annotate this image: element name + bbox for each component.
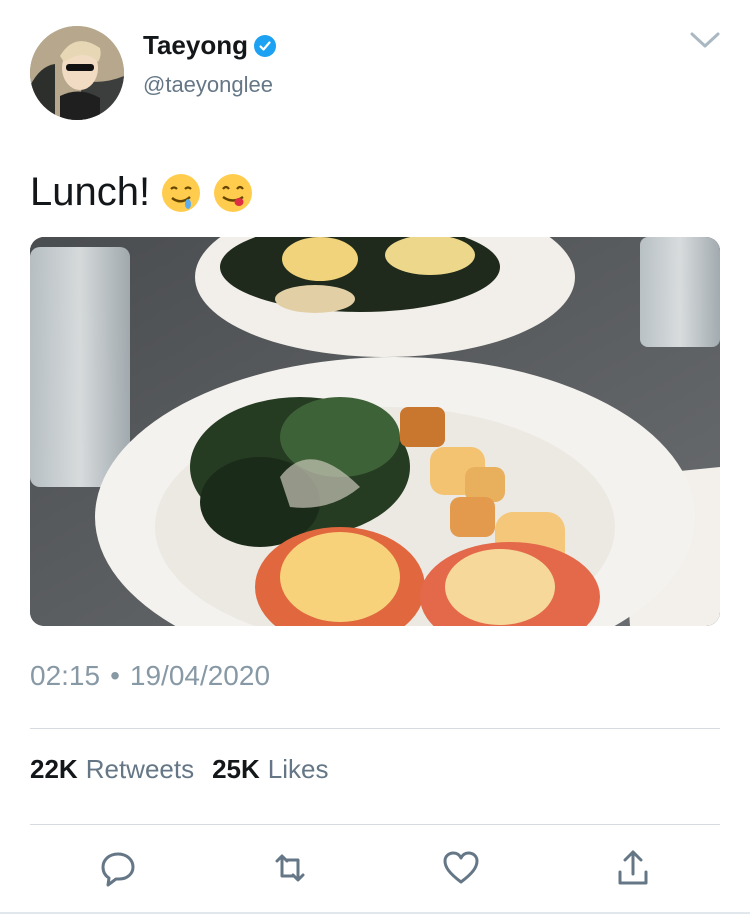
likes-count[interactable]: 25K [212,754,260,785]
timestamp-time: 02:15 [30,660,101,691]
drooling-face-icon [160,172,202,214]
divider [30,824,720,825]
bottom-border [0,912,750,914]
timestamp-date: 19/04/2020 [129,660,271,691]
retweets-count[interactable]: 22K [30,754,78,785]
reply-icon[interactable] [98,848,138,888]
engagement-stats: 22K Retweets 25K Likes [30,754,339,785]
action-bar [0,844,750,894]
divider [30,728,720,729]
timestamp-separator: • [110,660,120,691]
timestamp: 02:15 • 19/04/2020 [30,660,270,692]
tweet-text-row: Lunch! [30,170,254,215]
avatar[interactable] [30,26,124,120]
verified-badge-icon [253,34,276,57]
likes-label[interactable]: Likes [268,754,329,785]
retweets-label[interactable]: Retweets [86,754,194,785]
share-icon[interactable] [613,848,653,888]
tweet-photo[interactable] [30,237,720,626]
heart-icon[interactable] [441,848,481,888]
user-handle[interactable]: @taeyonglee [143,72,273,98]
retweet-icon[interactable] [270,848,310,888]
tweet-text: Lunch! [30,170,151,214]
chevron-down-icon[interactable] [688,28,722,52]
face-savoring-food-icon [212,172,254,214]
display-name[interactable]: Taeyong [143,30,248,61]
